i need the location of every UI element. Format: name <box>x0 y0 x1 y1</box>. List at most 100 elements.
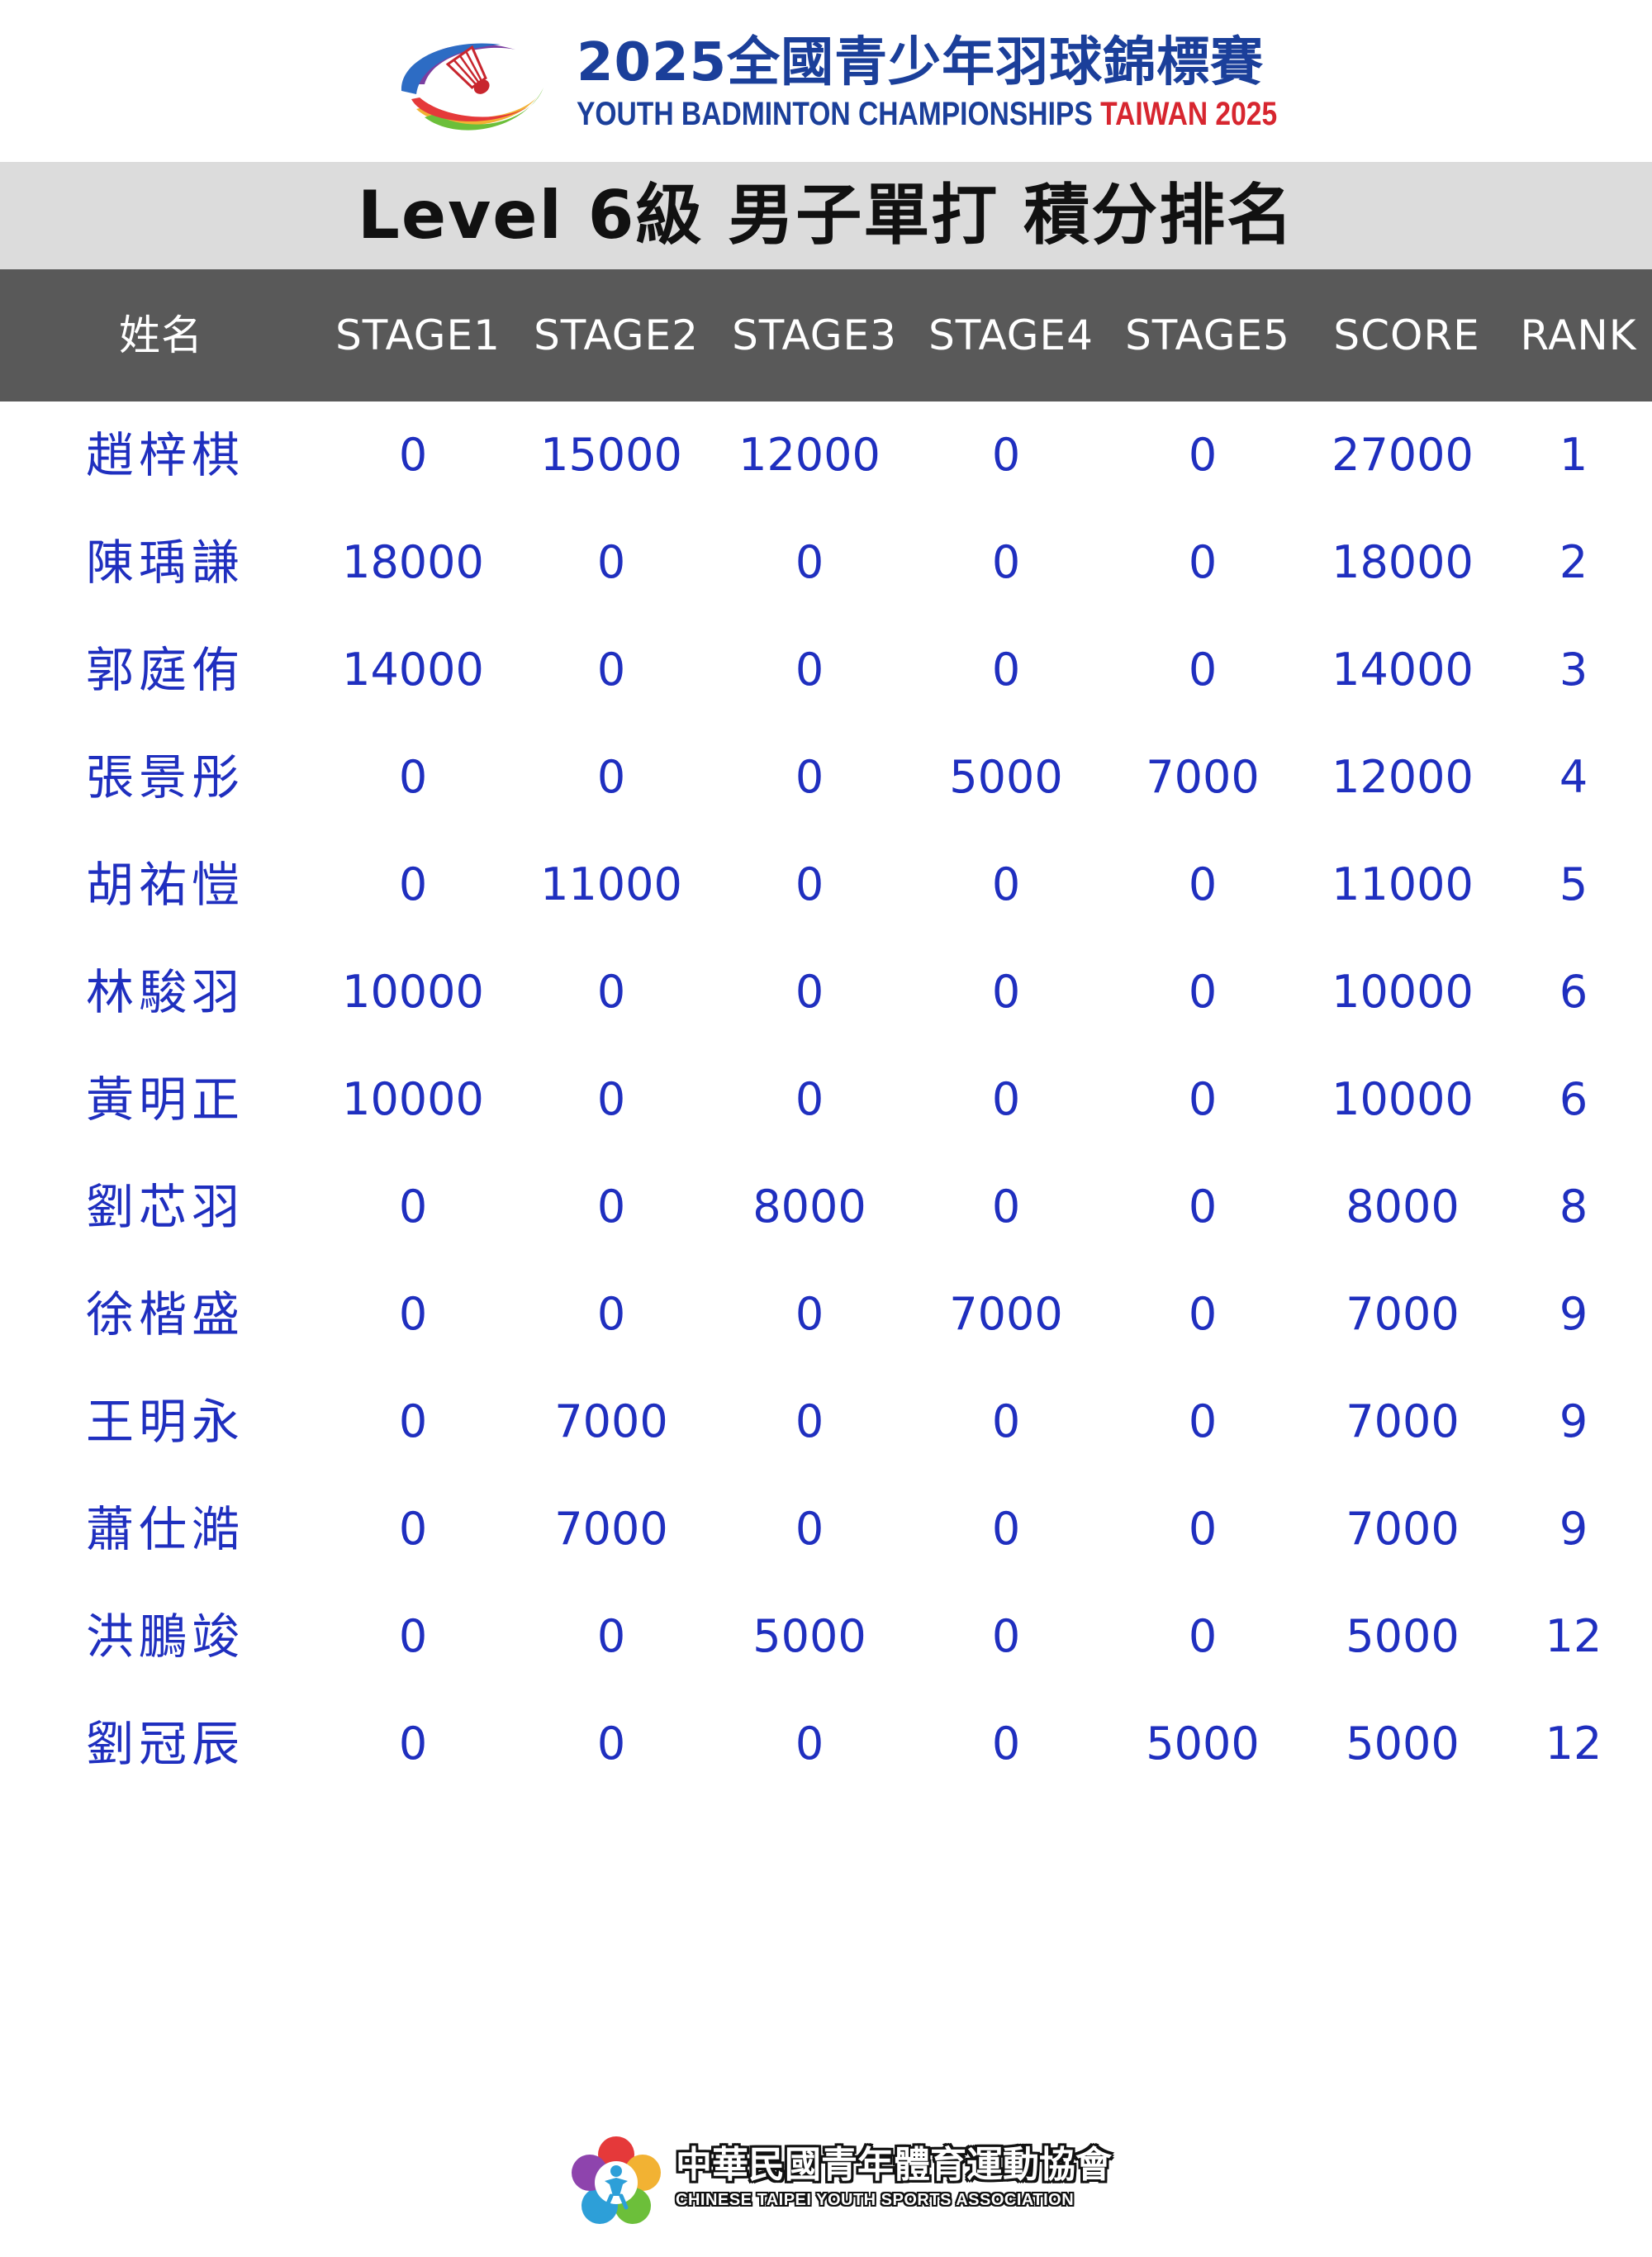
total-score: 14000 <box>1332 644 1474 696</box>
column-header-stage1: STAGE1 <box>335 311 501 359</box>
stage1-points: 10000 <box>342 1073 484 1125</box>
table-row: 林駿羽 10000 0 0 0 0 10000 6 <box>0 938 1652 1046</box>
stage3-points: 0 <box>795 1503 824 1555</box>
column-header-stage4: STAGE4 <box>928 311 1094 359</box>
table-row: 劉冠辰 0 0 0 0 5000 5000 12 <box>0 1690 1652 1798</box>
player-name: 徐楷盛 <box>86 1286 245 1342</box>
stage3-points: 0 <box>795 644 824 696</box>
table-row: 陳瑀謙 18000 0 0 0 0 18000 2 <box>0 509 1652 616</box>
column-header-bar: 姓名 STAGE1 STAGE2 STAGE3 STAGE4 STAGE5 SC… <box>0 269 1652 402</box>
total-score: 10000 <box>1332 966 1474 1018</box>
stage3-points: 0 <box>795 1073 824 1125</box>
stage4-points: 0 <box>991 966 1021 1018</box>
player-name: 黃明正 <box>86 1071 245 1128</box>
stage4-points: 0 <box>991 1181 1021 1233</box>
event-title-en-main: YOUTH BADMINTON CHAMPIONSHIPS <box>577 96 1093 132</box>
player-name: 林駿羽 <box>86 964 245 1020</box>
stage2-points: 7000 <box>554 1503 668 1555</box>
total-score: 12000 <box>1332 751 1474 803</box>
stage2-points: 7000 <box>554 1395 668 1447</box>
stage1-points: 0 <box>398 1181 428 1233</box>
stage2-points: 0 <box>596 536 626 588</box>
event-title-block: 2025全國青少年羽球錦標賽 YOUTH BADMINTON CHAMPIONS… <box>577 31 1320 147</box>
total-score: 7000 <box>1346 1395 1460 1447</box>
total-score: 18000 <box>1332 536 1474 588</box>
stage4-points: 0 <box>991 1718 1021 1770</box>
stage3-points: 5000 <box>752 1610 866 1662</box>
stage1-points: 0 <box>398 751 428 803</box>
table-row: 洪鵬竣 0 0 5000 0 0 5000 12 <box>0 1583 1652 1690</box>
stage2-points: 0 <box>596 966 626 1018</box>
stage1-points: 0 <box>398 1503 428 1555</box>
player-name: 洪鵬竣 <box>86 1608 245 1665</box>
stage4-points: 0 <box>991 429 1021 481</box>
page-title: Level 6級 男子單打 積分排名 <box>357 177 1295 254</box>
total-score: 5000 <box>1346 1610 1460 1662</box>
footer-org-name-zh: 中華民國青年體育運動協會 <box>676 2144 1112 2186</box>
stage5-points: 0 <box>1188 536 1218 588</box>
stage3-points: 0 <box>795 751 824 803</box>
stage2-points: 11000 <box>540 858 682 910</box>
table-row: 胡祐愷 0 11000 0 0 0 11000 5 <box>0 831 1652 938</box>
event-title-en-accent: TAIWAN 2025 <box>1100 96 1278 132</box>
stage1-points: 0 <box>398 1610 428 1662</box>
table-row: 郭庭侑 14000 0 0 0 0 14000 3 <box>0 616 1652 724</box>
stage2-points: 0 <box>596 1610 626 1662</box>
total-score: 5000 <box>1346 1718 1460 1770</box>
stage2-points: 0 <box>596 751 626 803</box>
player-name: 張景彤 <box>86 749 245 805</box>
stage5-points: 7000 <box>1146 751 1260 803</box>
stage3-points: 0 <box>795 858 824 910</box>
rank: 6 <box>1559 1073 1588 1125</box>
rank: 8 <box>1559 1181 1588 1233</box>
player-name: 劉冠辰 <box>86 1716 245 1772</box>
rank: 12 <box>1545 1610 1602 1662</box>
stage4-points: 5000 <box>949 751 1063 803</box>
stage3-points: 0 <box>795 1395 824 1447</box>
event-title-zh: 2025全國青少年羽球錦標賽 <box>577 32 1265 93</box>
stage5-points: 0 <box>1188 1395 1218 1447</box>
stage5-points: 0 <box>1188 1288 1218 1340</box>
column-header-rank: RANK <box>1520 311 1637 359</box>
rank: 4 <box>1559 751 1588 803</box>
shuttlecock-swoosh-logo-icon <box>401 43 544 131</box>
player-name: 蕭仕澔 <box>86 1501 245 1557</box>
column-header-stage5: STAGE5 <box>1125 311 1290 359</box>
player-name: 劉芯羽 <box>86 1179 245 1235</box>
player-name: 陳瑀謙 <box>86 535 245 591</box>
table-row: 蕭仕澔 0 7000 0 0 0 7000 9 <box>0 1475 1652 1583</box>
total-score: 8000 <box>1346 1181 1460 1233</box>
total-score: 7000 <box>1346 1288 1460 1340</box>
table-row: 徐楷盛 0 0 0 7000 0 7000 9 <box>0 1261 1652 1368</box>
stage5-points: 0 <box>1188 1073 1218 1125</box>
stage4-points: 0 <box>991 644 1021 696</box>
event-header: 2025全國青少年羽球錦標賽 YOUTH BADMINTON CHAMPIONS… <box>0 0 1652 162</box>
stage5-points: 0 <box>1188 1503 1218 1555</box>
table-row: 王明永 0 7000 0 0 0 7000 9 <box>0 1368 1652 1475</box>
stage5-points: 5000 <box>1146 1718 1260 1770</box>
stage2-points: 0 <box>596 1181 626 1233</box>
stage3-points: 0 <box>795 966 824 1018</box>
stage2-points: 15000 <box>540 429 682 481</box>
stage3-points: 0 <box>795 536 824 588</box>
table-row: 趙梓棋 0 15000 12000 0 0 27000 1 <box>0 402 1652 509</box>
footer-org-name-en: CHINESE TAIPEI YOUTH SPORTS ASSOCIATION <box>676 2191 1075 2209</box>
stage2-points: 0 <box>596 1288 626 1340</box>
stage5-points: 0 <box>1188 966 1218 1018</box>
rank: 9 <box>1559 1395 1588 1447</box>
stage3-points: 0 <box>795 1288 824 1340</box>
column-header-stage3: STAGE3 <box>732 311 897 359</box>
stage1-points: 0 <box>398 429 428 481</box>
stage1-points: 0 <box>398 1395 428 1447</box>
stage5-points: 0 <box>1188 1610 1218 1662</box>
stage1-points: 0 <box>398 858 428 910</box>
youth-sports-flower-logo-icon <box>572 2136 661 2224</box>
stage4-points: 0 <box>991 536 1021 588</box>
total-score: 10000 <box>1332 1073 1474 1125</box>
total-score: 11000 <box>1332 858 1474 910</box>
stage4-points: 0 <box>991 1073 1021 1125</box>
rank: 12 <box>1545 1718 1602 1770</box>
title-band: Level 6級 男子單打 積分排名 <box>0 162 1652 269</box>
rank: 5 <box>1559 858 1588 910</box>
rank: 6 <box>1559 966 1588 1018</box>
